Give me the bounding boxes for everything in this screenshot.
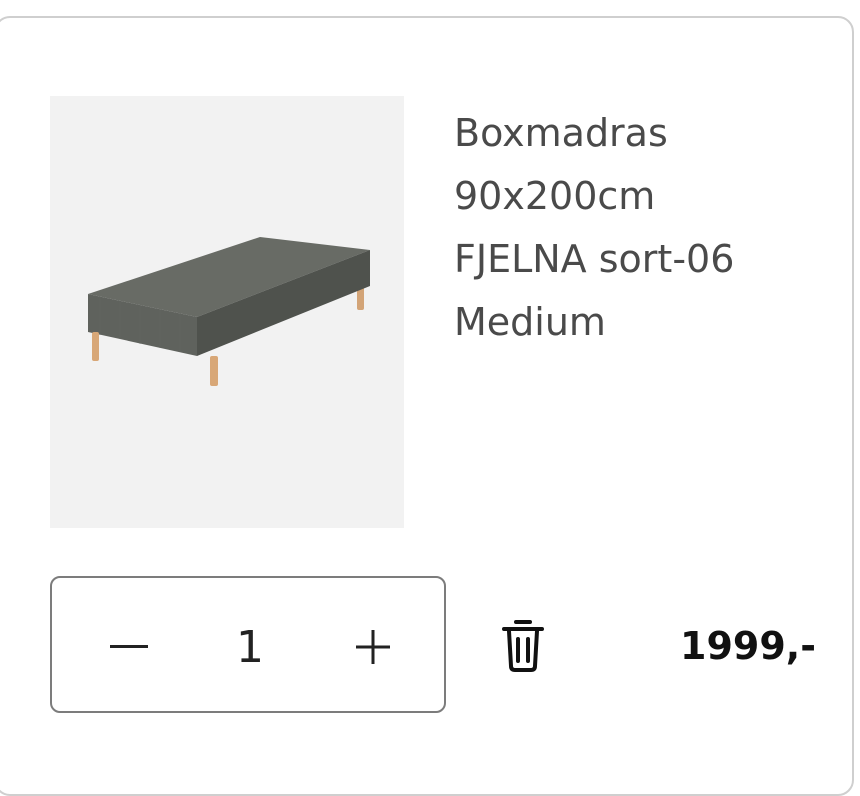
- trash-icon: [502, 620, 544, 672]
- quantity-value: 1: [236, 621, 264, 673]
- plus-icon: [356, 630, 390, 664]
- quantity-stepper: 1: [50, 576, 446, 713]
- minus-icon: [110, 645, 148, 648]
- increase-quantity-button[interactable]: [338, 612, 408, 682]
- item-price: 1999,-: [680, 624, 816, 668]
- cart-item-card: Boxmadras 90x200cm FJELNA sort-06 Medium…: [0, 16, 854, 796]
- product-image: [50, 96, 404, 528]
- remove-item-button[interactable]: [496, 614, 550, 676]
- product-title-line: 90x200cm: [454, 174, 656, 218]
- product-title-line: FJELNA sort-06: [454, 237, 735, 281]
- decrease-quantity-button[interactable]: [94, 612, 164, 682]
- product-title-line: Boxmadras: [454, 111, 668, 155]
- product-title-line: Medium: [454, 300, 606, 344]
- product-title: Boxmadras 90x200cm FJELNA sort-06 Medium: [454, 102, 834, 354]
